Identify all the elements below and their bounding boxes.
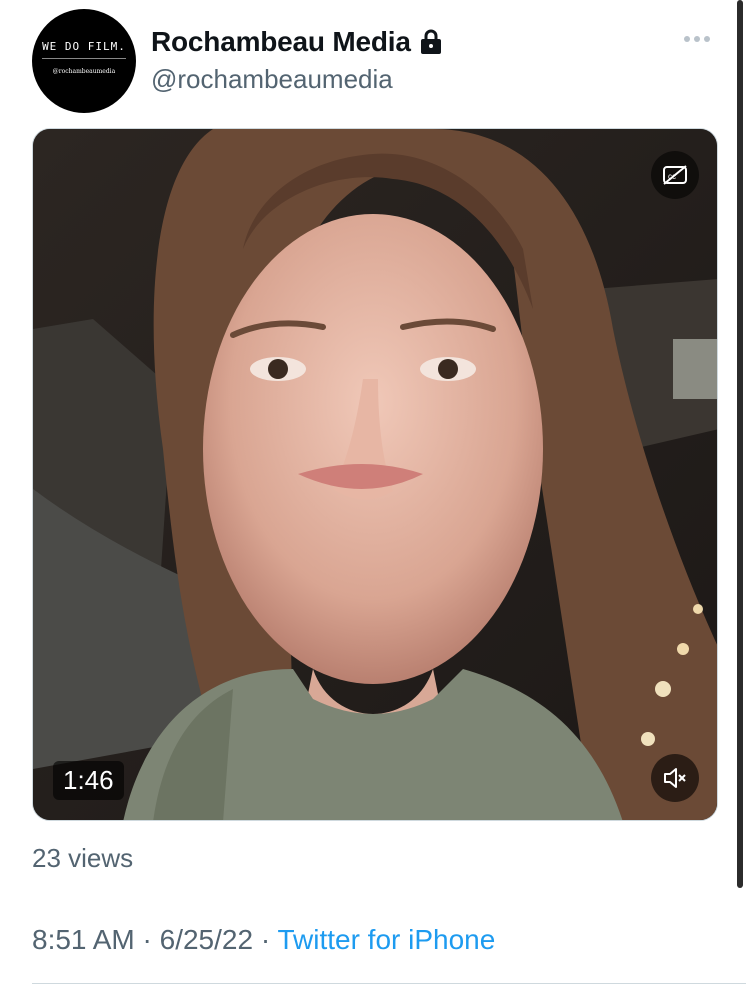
tweet-date[interactable]: 6/25/22 <box>160 924 253 955</box>
author-handle[interactable]: @rochambeaumedia <box>151 64 393 95</box>
avatar-logo-handle: @rochambeaumedia <box>52 67 116 75</box>
tweet-meta: 8:51 AM · 6/25/22 · Twitter for iPhone <box>32 924 495 956</box>
view-count: 23 views <box>32 843 134 873</box>
divider <box>32 983 746 984</box>
more-horizontal-icon[interactable] <box>684 36 710 42</box>
meta-separator: · <box>134 924 160 955</box>
author-display-name[interactable]: Rochambeau Media <box>151 26 411 58</box>
lock-icon <box>420 29 442 55</box>
avatar[interactable]: WE DO FILM. @rochambeaumedia <box>32 9 136 113</box>
volume-muted-icon[interactable] <box>651 754 699 802</box>
meta-separator: · <box>253 924 278 955</box>
closed-captions-off-icon[interactable]: cc <box>651 151 699 199</box>
video-duration: 1:46 <box>53 761 124 800</box>
video-player[interactable]: cc 1:46 <box>32 128 718 821</box>
tweet-time[interactable]: 8:51 AM <box>32 924 135 955</box>
avatar-logo-text: WE DO FILM. <box>42 40 126 59</box>
author-name-row[interactable]: Rochambeau Media <box>151 26 442 58</box>
scrollbar[interactable] <box>737 0 743 888</box>
video-frame <box>33 129 717 820</box>
tweet-source-link[interactable]: Twitter for iPhone <box>277 924 495 955</box>
